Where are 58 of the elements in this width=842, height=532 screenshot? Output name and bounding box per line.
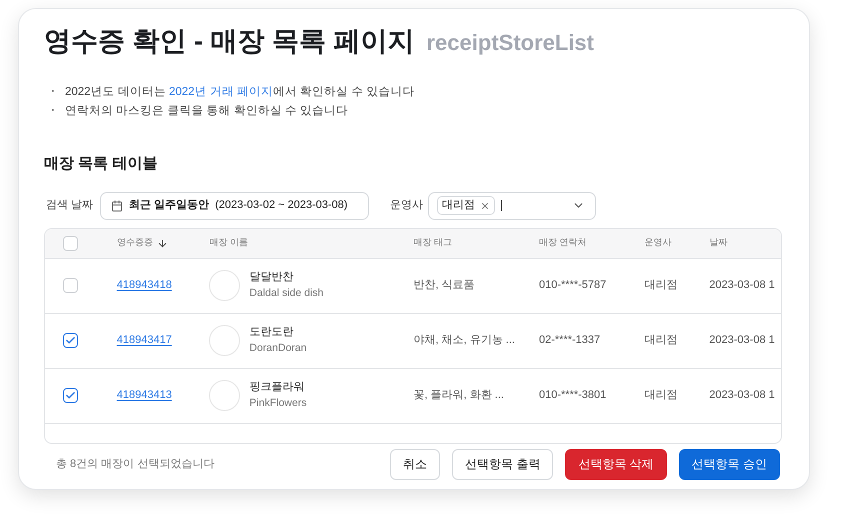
store-name-english: Daldal side dish bbox=[249, 286, 324, 301]
column-header: 매장 연락처 bbox=[539, 236, 587, 250]
store-name-english: DoranDoran bbox=[249, 340, 307, 356]
operator-select[interactable]: 대리점 bbox=[428, 192, 596, 220]
store-name: 도란도란 bbox=[249, 325, 294, 340]
action-button[interactable]: 취소 bbox=[390, 448, 440, 480]
date-cell: 2023-03-08 1 bbox=[709, 279, 775, 292]
note-text: 2022년도 데이터는 2022년 거래 페이지 에서 확인하실 수 있습니다 bbox=[65, 84, 415, 100]
page-subtitle: receiptStoreList bbox=[426, 29, 594, 57]
date-label: 검색 날짜 bbox=[46, 198, 94, 214]
store-name-english: PinkFlowers bbox=[249, 396, 307, 411]
date-cell: 2023-03-08 1 bbox=[709, 389, 775, 402]
checkbox[interactable] bbox=[63, 388, 78, 403]
receipt-link[interactable]: 418943413 bbox=[116, 389, 172, 402]
store-phone: 010-****-3801 bbox=[539, 389, 606, 402]
date-range-text: (2023-03-02 ~ 2023-03-08) bbox=[215, 198, 348, 214]
sort-down-icon[interactable] bbox=[156, 238, 168, 248]
receipt-link[interactable]: 418943418 bbox=[116, 279, 172, 292]
operator-cell: 대리점 bbox=[644, 334, 678, 346]
store-name: 핑크플라워 bbox=[249, 380, 306, 396]
operator-cell: 대리점 bbox=[644, 279, 678, 292]
store-phone: 010-****-5787 bbox=[539, 279, 606, 292]
section-title: 매장 목록 테이블 bbox=[44, 154, 158, 174]
page-title: 영수증 확인 - 매장 목록 페이지 bbox=[44, 25, 414, 58]
store-logo bbox=[209, 380, 240, 411]
bullet: ・ bbox=[47, 84, 59, 100]
operator-label: 운영사 bbox=[390, 198, 424, 214]
date-range-field[interactable]: 최근 일주일동안 (2023-03-02 ~ 2023-03-08) bbox=[100, 192, 370, 220]
store-logo bbox=[209, 325, 240, 356]
action-button[interactable]: 선택항목 승인 bbox=[678, 448, 780, 480]
remove-icon[interactable] bbox=[480, 200, 490, 210]
text-cursor bbox=[501, 200, 502, 211]
store-phone: 02-****-1337 bbox=[539, 334, 600, 346]
calendar-icon bbox=[111, 200, 124, 212]
bullet: ・ bbox=[47, 104, 59, 119]
store-tags: 꽃, 플라워, 화환 ... bbox=[414, 389, 504, 402]
column-header: 매장 태그 bbox=[414, 236, 452, 250]
selection-summary: 총 8건의 매장이 선택되었습니다 bbox=[56, 456, 214, 472]
action-button[interactable]: 선택항목 삭제 bbox=[565, 448, 667, 480]
action-button[interactable]: 선택항목 출력 bbox=[452, 448, 554, 480]
note-text: 연락처의 마스킹은 클릭을 통해 확인하실 수 있습니다 bbox=[65, 104, 348, 119]
column-header: 날짜 bbox=[709, 236, 728, 250]
column-header: 영수증증 bbox=[116, 236, 153, 250]
store-logo bbox=[209, 270, 240, 301]
page-link[interactable]: 2022년 거래 페이지 bbox=[168, 86, 273, 98]
store-tags: 반찬, 식료품 bbox=[414, 279, 475, 292]
column-header: 매장 이름 bbox=[209, 236, 248, 250]
checkbox[interactable] bbox=[63, 333, 78, 348]
date-range-name: 최근 일주일동안 bbox=[129, 198, 210, 214]
receipt-link[interactable]: 418943417 bbox=[116, 334, 172, 346]
operator-tag: 대리점 bbox=[437, 196, 496, 215]
check-icon bbox=[65, 335, 76, 346]
date-cell: 2023-03-08 1 bbox=[709, 334, 775, 346]
store-tags: 야채, 채소, 유기농 ... bbox=[414, 334, 515, 346]
column-header: 운영사 bbox=[644, 236, 672, 250]
operator-cell: 대리점 bbox=[644, 389, 678, 402]
store-name: 달달반찬 bbox=[249, 270, 294, 286]
check-icon bbox=[65, 390, 76, 401]
